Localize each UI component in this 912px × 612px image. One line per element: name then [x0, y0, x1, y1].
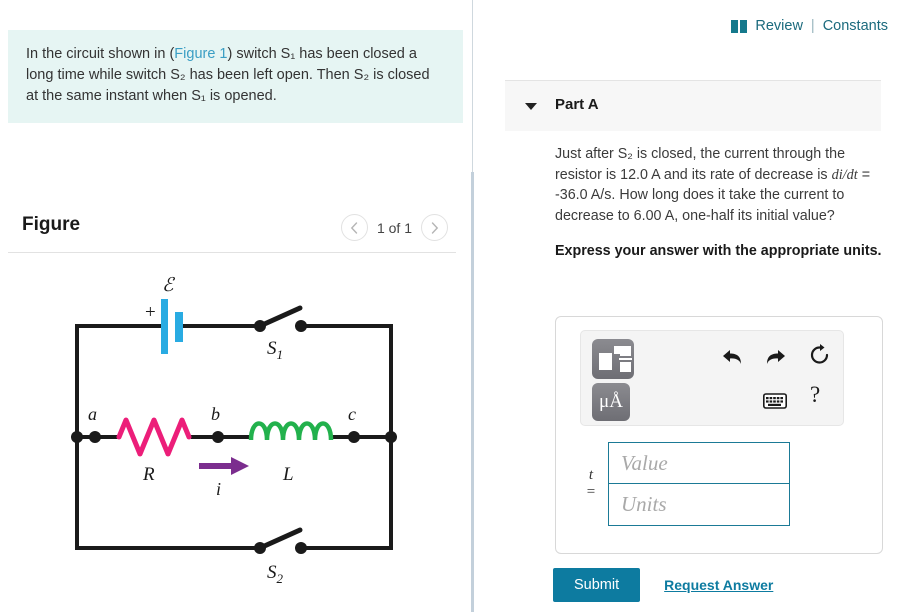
- constants-link[interactable]: Constants: [823, 18, 888, 34]
- figure-1-link[interactable]: Figure 1: [174, 46, 227, 62]
- chevron-left-icon: [351, 221, 358, 234]
- circuit-svg: + ℰ S1 S2 R L a b c i: [71, 275, 397, 586]
- inductor-symbol: [248, 421, 334, 441]
- inductor-label: L: [282, 464, 294, 485]
- review-link[interactable]: Review: [755, 18, 803, 34]
- figure-divider: [8, 252, 456, 253]
- problem-page: In the circuit shown in (Figure 1) switc…: [0, 0, 912, 612]
- battery-symbol: [161, 299, 183, 354]
- switch-s1: [254, 305, 307, 332]
- math-template-icon[interactable]: [592, 339, 634, 379]
- node-a-label: a: [88, 404, 97, 424]
- answer-actions: Submit Request Answer: [553, 568, 773, 602]
- part-a-title: Part A: [555, 96, 599, 113]
- equals-sign: =: [586, 484, 596, 500]
- help-icon[interactable]: ?: [810, 383, 820, 407]
- left-junction-dot: [71, 431, 83, 443]
- answer-row: t =: [574, 442, 790, 526]
- node-a-dot: [89, 431, 101, 443]
- problem-statement-pre: In the circuit shown in (: [26, 46, 175, 62]
- answer-variable-label: t =: [574, 467, 608, 501]
- part-a-question-line1: Just after S₂ is closed, the current thr…: [555, 146, 846, 183]
- redo-icon[interactable]: [765, 347, 787, 367]
- figure-prev-button[interactable]: [340, 214, 368, 241]
- figure-counter: 1 of 1: [376, 219, 412, 236]
- switch-s1-label: S1: [267, 338, 283, 362]
- current-arrow-icon: [199, 457, 249, 475]
- part-a-body: Just after S₂ is closed, the current thr…: [555, 144, 885, 261]
- node-c-dot: [348, 431, 360, 443]
- emf-label: ℰ: [162, 275, 176, 296]
- node-b-label: b: [211, 404, 220, 424]
- problem-statement-box: In the circuit shown in (Figure 1) switc…: [8, 30, 463, 123]
- caret-down-icon[interactable]: [525, 103, 537, 110]
- units-input[interactable]: [608, 484, 790, 526]
- math-toolbar: μÅ ?: [580, 330, 844, 426]
- panel-divider-top: [472, 0, 473, 172]
- switch-s2-label: S2: [267, 562, 284, 586]
- submit-button[interactable]: Submit: [553, 568, 641, 602]
- undo-icon[interactable]: [721, 347, 743, 367]
- value-input[interactable]: [608, 442, 790, 484]
- figure-next-button[interactable]: [421, 214, 448, 241]
- didt-expression: di/dt: [831, 166, 858, 183]
- figure-title: Figure: [22, 214, 81, 235]
- part-a-instruction: Express your answer with the appropriate…: [555, 243, 882, 259]
- keyboard-icon[interactable]: [763, 393, 787, 409]
- units-button-label: μÅ: [599, 391, 623, 412]
- chevron-right-icon: [431, 221, 438, 234]
- reset-icon[interactable]: [809, 344, 831, 367]
- circuit-wires: [75, 324, 393, 550]
- book-icon: [731, 19, 748, 33]
- resistor-symbol: [116, 417, 192, 457]
- review-separator: |: [810, 18, 815, 34]
- node-b-dot: [212, 431, 224, 443]
- left-panel: In the circuit shown in (Figure 1) switc…: [0, 0, 472, 612]
- figure-header: Figure 1 of 1: [8, 208, 456, 250]
- resistor-label: R: [142, 464, 155, 485]
- answer-input-card: μÅ ? t = Value Units: [555, 316, 883, 554]
- review-constants-bar: Review | Constants: [731, 18, 888, 34]
- current-label: i: [216, 479, 221, 499]
- right-panel: Review | Constants Part A Just after S₂ …: [475, 0, 912, 612]
- circuit-diagram: + ℰ S1 S2 R L a b c i: [55, 268, 435, 608]
- figure-navigation: 1 of 1: [340, 214, 448, 241]
- panel-divider-bottom: [471, 172, 474, 612]
- battery-plus-label: +: [145, 302, 156, 323]
- part-a-header[interactable]: Part A: [505, 80, 881, 131]
- request-answer-link[interactable]: Request Answer: [664, 577, 773, 593]
- right-junction-dot: [385, 431, 397, 443]
- answer-fields: [608, 442, 790, 526]
- variable-t: t: [588, 467, 594, 483]
- switch-s2: [254, 527, 307, 554]
- part-a-question: Just after S₂ is closed, the current thr…: [555, 144, 885, 226]
- node-c-label: c: [348, 404, 356, 424]
- micro-angstrom-units-icon[interactable]: μÅ: [592, 383, 630, 421]
